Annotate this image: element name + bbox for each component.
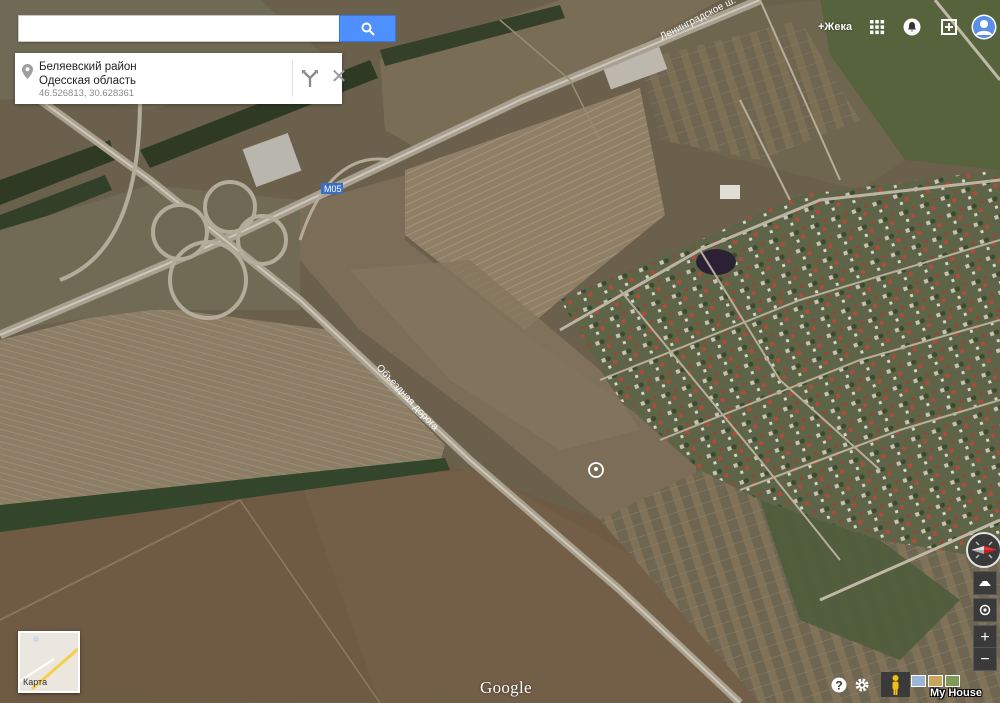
imagery-thumb[interactable] [911,675,926,687]
compass-icon[interactable] [966,532,1000,568]
place-name: Беляевский район [39,61,137,73]
imagery-thumb[interactable] [928,675,943,687]
search-button[interactable] [339,15,396,42]
plus-user-link[interactable]: +Жека [818,21,852,33]
tilt-icon[interactable] [973,571,997,595]
share-icon[interactable] [939,17,959,37]
search-icon [361,22,375,36]
imagery-thumbnails[interactable] [911,675,960,687]
road-label-m05: M05 [324,184,342,194]
pegman-icon[interactable] [881,672,910,697]
avatar-icon[interactable] [971,14,997,40]
zoom-in-icon[interactable]: + [973,625,997,649]
place-coordinates: 46.526813, 30.628361 [39,88,135,99]
directions-icon[interactable] [299,67,321,89]
imagery-thumb[interactable] [945,675,960,687]
help-icon[interactable]: ? [831,677,847,693]
minimap-label: Карта [23,677,48,687]
watermark: My House [930,687,982,699]
card-divider [292,60,293,97]
place-card: Беляевский район Одесская область 46.526… [15,53,347,104]
close-icon[interactable]: ✕ [328,65,350,89]
google-logo: Google [480,678,532,697]
zoom-out-icon[interactable]: − [973,647,997,671]
location-pin-icon [22,64,33,79]
search-box [18,15,340,42]
satellite-map[interactable]: Ленинградское ш. M05 Объездная дорога [0,0,1000,703]
my-location-icon[interactable] [973,598,997,622]
settings-icon[interactable] [854,677,870,693]
svg-text:?: ? [835,679,842,693]
search-input[interactable] [19,16,340,41]
place-region: Одесская область [39,75,136,87]
notifications-icon[interactable] [902,17,922,37]
apps-grid-icon[interactable] [867,17,887,37]
map-type-toggle[interactable]: Карта [18,631,80,693]
